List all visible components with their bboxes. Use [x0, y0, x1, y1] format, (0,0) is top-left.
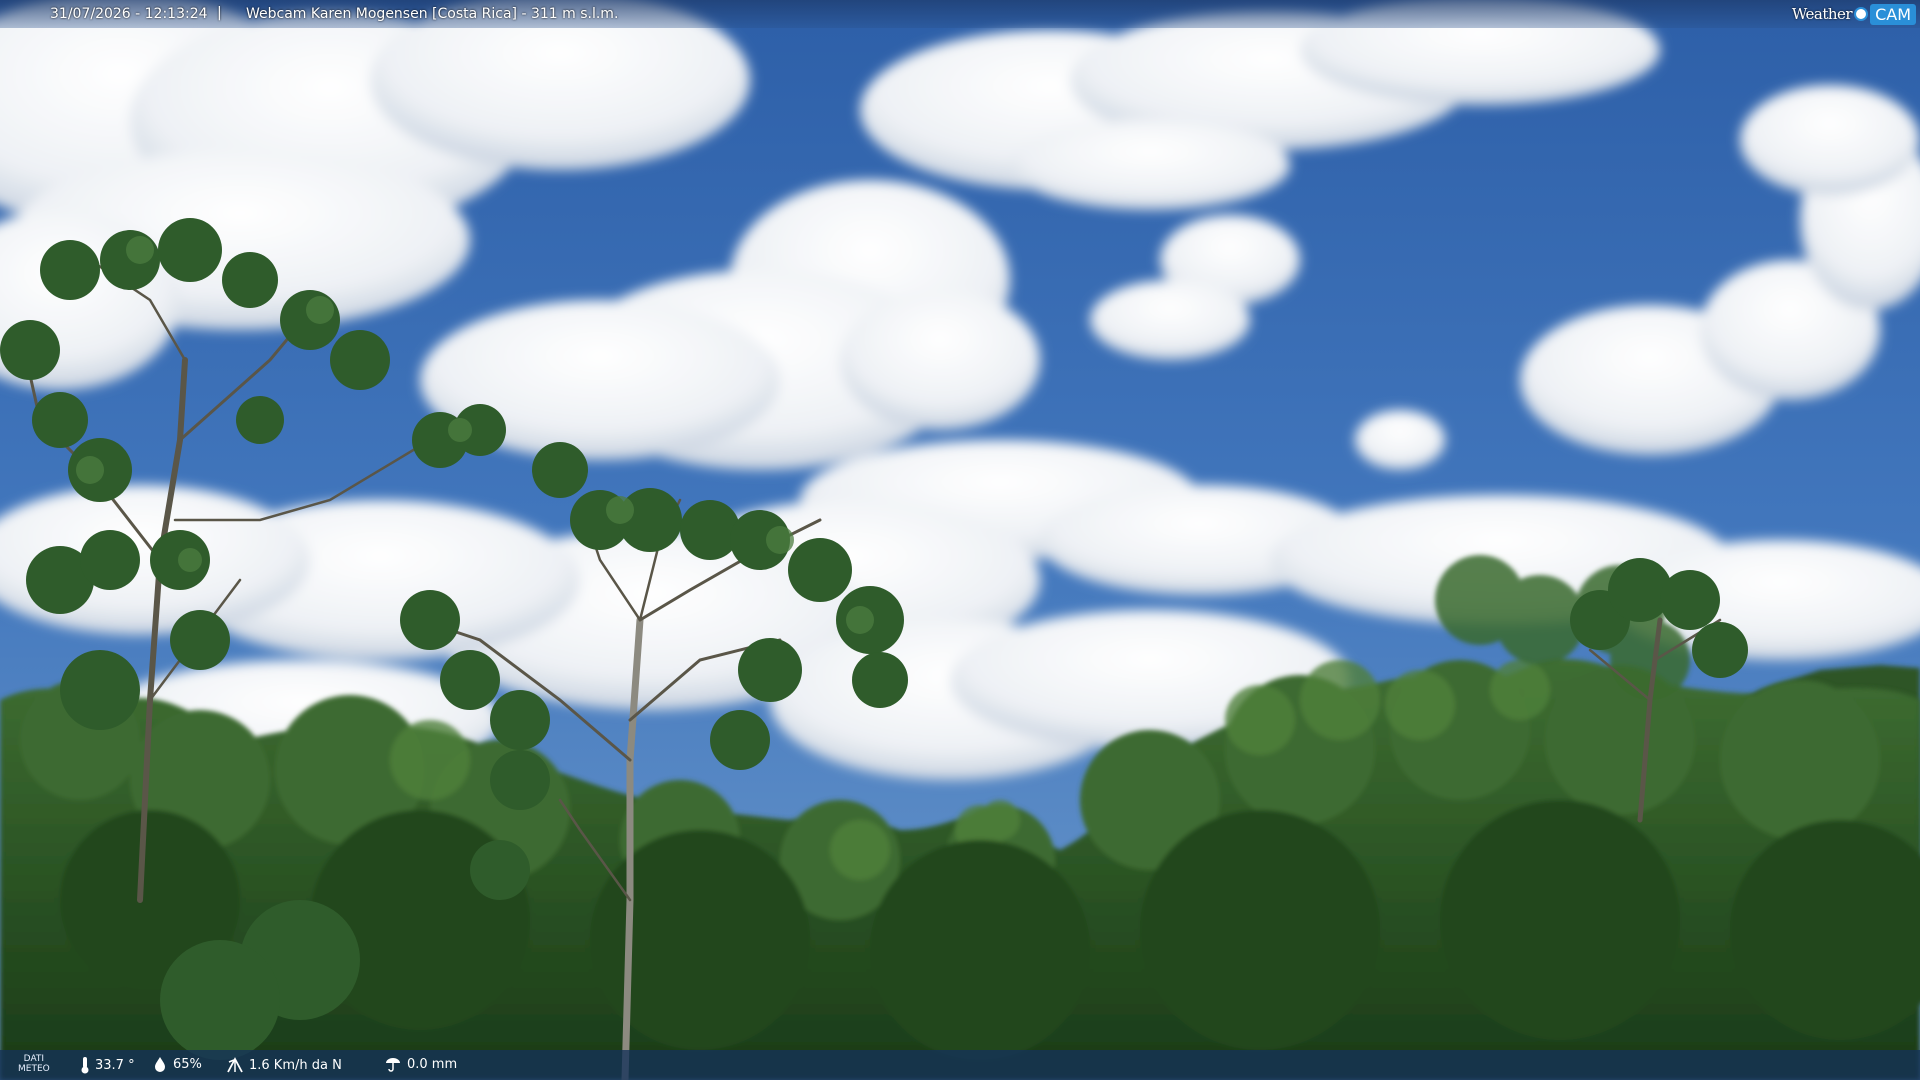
temperature-reading: 33.7 °: [80, 1056, 135, 1074]
weathercam-logo: Weather CAM: [1792, 2, 1916, 26]
webcam-image: [0, 0, 1920, 1080]
wind-icon: [227, 1057, 243, 1073]
thermometer-icon: [81, 1057, 89, 1074]
top-info-bar: 31/07/2026 - 12:13:24 | Webcam Karen Mog…: [0, 0, 1920, 28]
weather-data-label-line2: METEO: [18, 1064, 50, 1074]
weather-data-bar: DATI METEO 33.7 ° 65% 1.6 Km/h da N 0.0 …: [0, 1050, 1920, 1080]
logo-dot-icon: [1854, 7, 1869, 21]
separator: |: [217, 5, 222, 21]
humidity-value: 65%: [173, 1056, 202, 1072]
camera-title: Webcam Karen Mogensen [Costa Rica] - 311…: [246, 6, 619, 22]
wind-reading: 1.6 Km/h da N: [226, 1056, 342, 1074]
rain-reading: 0.0 mm: [384, 1056, 457, 1072]
weather-data-label-line1: DATI: [23, 1054, 45, 1064]
webcam-frame: 31/07/2026 - 12:13:24 | Webcam Karen Mog…: [0, 0, 1920, 1080]
humidity-drop-icon: [155, 1057, 165, 1072]
logo-word-cam: CAM: [1870, 3, 1916, 25]
wind-value: 1.6 Km/h da N: [249, 1057, 342, 1073]
temperature-value: 33.7 °: [95, 1057, 135, 1073]
weather-data-label: DATI METEO: [18, 1054, 50, 1074]
rain-value: 0.0 mm: [407, 1056, 458, 1072]
logo-word-weather: Weather: [1791, 5, 1853, 23]
humidity-reading: 65%: [152, 1056, 202, 1072]
timestamp: 31/07/2026 - 12:13:24: [50, 6, 208, 22]
rain-gauge-icon: [386, 1058, 400, 1072]
